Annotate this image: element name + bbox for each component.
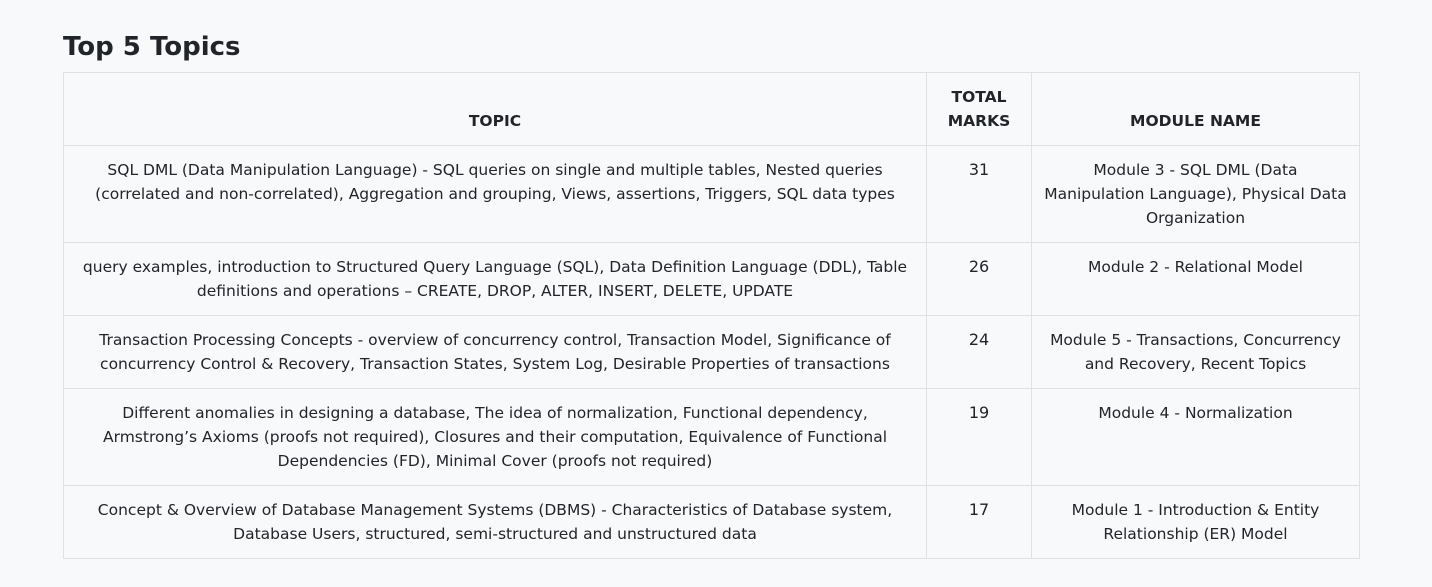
topic-cell: query examples, introduction to Structur… <box>63 242 927 316</box>
table-row: Transaction Processing Concepts - overvi… <box>63 315 1360 389</box>
table-row: query examples, introduction to Structur… <box>63 242 1360 316</box>
marks-cell: 26 <box>926 242 1032 316</box>
header-module-name: MODULE NAME <box>1031 72 1360 146</box>
header-module-label: MODULE NAME <box>1130 112 1261 130</box>
module-cell: Module 2 - Relational Model <box>1031 242 1360 316</box>
topic-cell: Concept & Overview of Database Managemen… <box>63 485 927 559</box>
topics-table: TOPIC TOTAL MARKS MODULE NAME SQL DML (Da… <box>63 72 1360 559</box>
table-header-row: TOPIC TOTAL MARKS MODULE NAME <box>63 72 1360 146</box>
header-marks-line2: MARKS <box>947 112 1011 130</box>
top-topics-section: Top 5 Topics TOPIC TOTAL MARKS MODULE NAM… <box>63 30 1360 559</box>
table-row: Different anomalies in designing a datab… <box>63 388 1360 486</box>
marks-cell: 24 <box>926 315 1032 389</box>
topic-cell: SQL DML (Data Manipulation Language) - S… <box>63 145 927 243</box>
header-topic: TOPIC <box>63 72 927 146</box>
header-total-marks: TOTAL MARKS <box>926 72 1032 146</box>
topic-cell: Transaction Processing Concepts - overvi… <box>63 315 927 389</box>
page-title: Top 5 Topics <box>63 32 241 62</box>
header-topic-label: TOPIC <box>468 112 522 130</box>
module-cell: Module 4 - Normalization <box>1031 388 1360 486</box>
module-cell: Module 1 - Introduction & Entity Relatio… <box>1031 485 1360 559</box>
marks-cell: 19 <box>926 388 1032 486</box>
module-cell: Module 5 - Transactions, Concurrency and… <box>1031 315 1360 389</box>
marks-cell: 17 <box>926 485 1032 559</box>
table-row: SQL DML (Data Manipulation Language) - S… <box>63 145 1360 243</box>
header-marks-line1: TOTAL <box>951 88 1007 106</box>
table-row: Concept & Overview of Database Managemen… <box>63 485 1360 559</box>
marks-cell: 31 <box>926 145 1032 243</box>
topic-cell: Different anomalies in designing a datab… <box>63 388 927 486</box>
module-cell: Module 3 - SQL DML (Data Manipulation La… <box>1031 145 1360 243</box>
